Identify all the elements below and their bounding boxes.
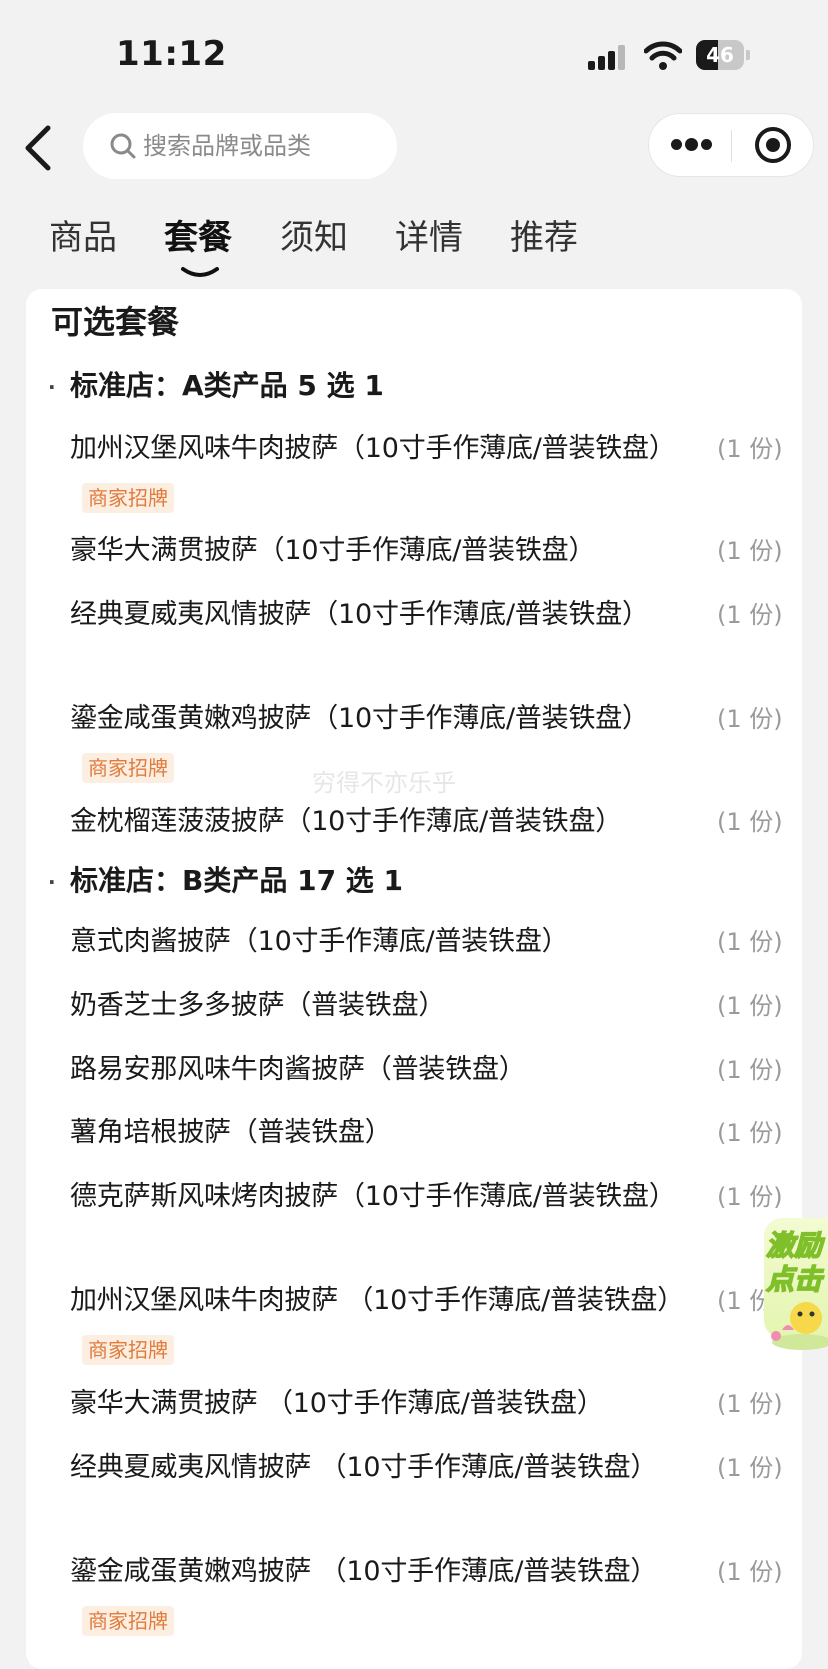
- item-name: 豪华大满贯披萨（10寸手作薄底/普装铁盘）: [70, 535, 596, 566]
- item-quantity: (1 份): [717, 1390, 783, 1418]
- item-name: 意式肉酱披萨（10寸手作薄底/普装铁盘）: [70, 926, 569, 957]
- list-item[interactable]: 经典夏威夷风情披萨（10寸手作薄底/普装铁盘）: [70, 589, 710, 641]
- item-quantity: (1 份): [717, 928, 783, 956]
- search-placeholder: 搜索品牌或品类: [143, 132, 311, 160]
- search-icon: [110, 133, 136, 159]
- list-item[interactable]: 豪华大满贯披萨（10寸手作薄底/普装铁盘）: [70, 525, 710, 577]
- list-item[interactable]: 经典夏威夷风情披萨 （10寸手作薄底/普装铁盘）: [70, 1442, 710, 1494]
- item-name: 经典夏威夷风情披萨 （10寸手作薄底/普装铁盘）: [70, 1452, 658, 1483]
- tab-combos[interactable]: 套餐: [164, 208, 232, 268]
- item-quantity: (1 份): [717, 1056, 783, 1084]
- item-quantity: (1 份): [717, 1119, 783, 1147]
- battery-icon: 46: [696, 40, 750, 70]
- item-name: 奶香芝士多多披萨（普装铁盘）: [70, 990, 446, 1021]
- mascot-icon: [771, 1302, 828, 1350]
- card-title: 可选套餐: [51, 303, 180, 341]
- list-item[interactable]: 路易安那风味牛肉酱披萨（普装铁盘）: [70, 1044, 710, 1096]
- item-quantity: (1 份): [717, 537, 783, 565]
- item-name: 加州汉堡风味牛肉披萨 （10寸手作薄底/普装铁盘）: [70, 1285, 685, 1316]
- item-name: 德克萨斯风味烤肉披萨（10寸手作薄底/普装铁盘）: [70, 1181, 676, 1212]
- tab-products[interactable]: 商品: [49, 208, 117, 268]
- group-header-a: · 标准店：A类产品 5 选 1: [48, 369, 384, 402]
- group-header-label: 标准店：A类产品 5 选 1: [70, 369, 384, 402]
- item-name: 鎏金咸蛋黄嫩鸡披萨（10寸手作薄底/普装铁盘）: [70, 703, 649, 734]
- item-name: 薯角培根披萨（普装铁盘）: [70, 1117, 392, 1148]
- item-quantity: (1 份): [717, 1183, 783, 1211]
- promo-badge[interactable]: 激励 点击: [756, 1218, 828, 1354]
- tab-notice[interactable]: 须知: [280, 208, 348, 268]
- more-button[interactable]: [649, 114, 731, 176]
- item-name: 鎏金咸蛋黄嫩鸡披萨 （10寸手作薄底/普装铁盘）: [70, 1556, 658, 1587]
- wifi-icon: [644, 41, 682, 70]
- list-item[interactable]: 加州汉堡风味牛肉披萨 （10寸手作薄底/普装铁盘） 商家招牌: [70, 1275, 710, 1379]
- item-name: 金枕榴莲菠菠披萨（10寸手作薄底/普装铁盘）: [70, 806, 623, 837]
- close-button[interactable]: [732, 114, 814, 176]
- list-item[interactable]: 德克萨斯风味烤肉披萨（10寸手作薄底/普装铁盘）: [70, 1171, 710, 1223]
- signature-tag: 商家招牌: [82, 1335, 174, 1365]
- status-bar: 11:12 46: [0, 0, 828, 110]
- item-quantity: (1 份): [717, 808, 783, 836]
- tab-bar: 商品 套餐 须知 详情 推荐: [0, 208, 828, 278]
- back-arrow-icon: [25, 125, 51, 171]
- group-header-label: 标准店：B类产品 17 选 1: [70, 864, 404, 897]
- item-name: 经典夏威夷风情披萨（10寸手作薄底/普装铁盘）: [70, 599, 649, 630]
- list-item[interactable]: 奶香芝士多多披萨（普装铁盘）: [70, 980, 710, 1032]
- list-item[interactable]: 薯角培根披萨（普装铁盘）: [70, 1107, 710, 1159]
- item-quantity: (1 份): [717, 601, 783, 629]
- watermark: 穷得不亦乐乎: [312, 769, 456, 797]
- item-name: 加州汉堡风味牛肉披萨（10寸手作薄底/普装铁盘）: [70, 433, 676, 464]
- signal-icon: [588, 44, 630, 70]
- list-item[interactable]: 金枕榴莲菠菠披萨（10寸手作薄底/普装铁盘）: [70, 796, 710, 848]
- tab-active-indicator: [181, 267, 219, 277]
- tab-details[interactable]: 详情: [395, 208, 463, 268]
- list-item[interactable]: 意式肉酱披萨（10寸手作薄底/普装铁盘）: [70, 916, 710, 968]
- back-button[interactable]: [18, 120, 74, 176]
- signature-tag: 商家招牌: [82, 753, 174, 783]
- tab-recommend[interactable]: 推荐: [510, 208, 578, 268]
- search-input[interactable]: 搜索品牌或品类: [83, 113, 397, 179]
- status-time: 11:12: [116, 34, 227, 74]
- item-quantity: (1 份): [717, 1454, 783, 1482]
- list-item[interactable]: 加州汉堡风味牛肉披萨（10寸手作薄底/普装铁盘） 商家招牌: [70, 423, 710, 527]
- item-quantity: (1 份): [717, 1558, 783, 1586]
- item-quantity: (1 份): [717, 992, 783, 1020]
- group-header-b: · 标准店：B类产品 17 选 1: [48, 864, 404, 897]
- list-item[interactable]: 豪华大满贯披萨 （10寸手作薄底/普装铁盘）: [70, 1378, 710, 1430]
- mini-program-capsule: [648, 113, 814, 177]
- signature-tag: 商家招牌: [82, 483, 174, 513]
- item-quantity: (1 份): [717, 435, 783, 463]
- item-name: 路易安那风味牛肉酱披萨（普装铁盘）: [70, 1054, 526, 1085]
- list-item[interactable]: 鎏金咸蛋黄嫩鸡披萨 （10寸手作薄底/普装铁盘）商家招牌: [70, 1546, 710, 1650]
- battery-level: 46: [706, 43, 734, 67]
- item-name: 豪华大满贯披萨 （10寸手作薄底/普装铁盘）: [70, 1388, 604, 1419]
- item-quantity: (1 份): [717, 705, 783, 733]
